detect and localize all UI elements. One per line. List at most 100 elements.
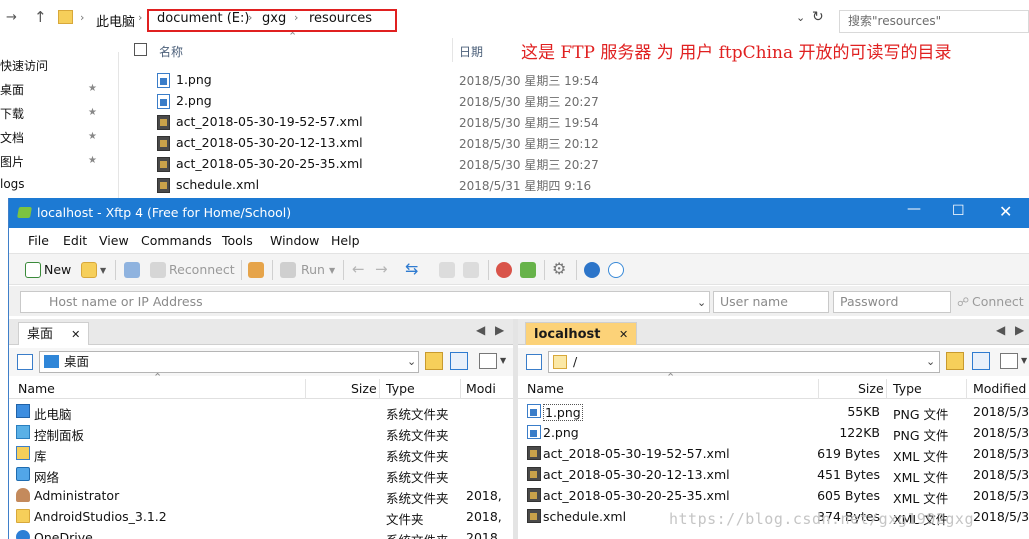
chat-icon[interactable] [608,262,624,278]
dropdown-arrow-icon[interactable]: ▼ [500,356,506,365]
tab-scroll-left-icon[interactable]: ◀ [476,323,485,337]
column-header-modified[interactable]: Modi [466,381,496,396]
view-toggle-icon[interactable] [17,354,33,370]
close-icon[interactable]: ✕ [619,328,628,341]
connect-link-icon[interactable] [124,262,140,278]
close-icon[interactable]: ✕ [71,328,80,341]
list-item[interactable]: 网络 系统文件夹 [9,464,513,485]
nav-quick-access[interactable]: 快速访问 [0,57,48,74]
paste-icon[interactable] [463,262,479,278]
tab-scroll-right-icon[interactable]: ▶ [495,323,504,337]
column-header-modified[interactable]: Modified [973,381,1026,396]
tab-scroll-left-icon[interactable]: ◀ [996,323,1005,337]
breadcrumb-gxg[interactable]: gxg [262,11,286,26]
password-input[interactable]: Password [833,291,951,313]
run-icon[interactable] [280,262,296,278]
column-header-date[interactable]: 日期 [459,43,483,60]
parent-folder-icon[interactable] [946,352,964,370]
menu-file[interactable]: File [28,233,49,248]
dropdown-arrow-icon[interactable]: ▼ [329,266,335,275]
close-icon[interactable]: ✕ [999,202,1012,221]
back-icon[interactable]: → [6,10,17,25]
menu-window[interactable]: Window [270,233,319,248]
refresh-icon[interactable] [972,352,990,370]
copy-icon[interactable] [439,262,455,278]
menu-edit[interactable]: Edit [63,233,87,248]
reconnect-icon[interactable] [150,262,166,278]
select-all-checkbox[interactable] [134,43,147,56]
connect-button[interactable]: Connect [972,294,1024,309]
tab-localhost[interactable]: localhost ✕ [525,322,638,345]
menu-commands[interactable]: Commands [141,233,212,248]
list-view-icon[interactable] [1000,353,1018,369]
refresh-icon[interactable] [450,352,468,370]
list-item[interactable]: Administrator 系统文件夹 2018, [9,485,513,506]
file-row[interactable]: act_2018-05-30-19-52-57.xml 2018/5/30 星期… [157,112,627,132]
file-row[interactable]: act_2018-05-30-20-25-35.xml 2018/5/30 星期… [157,154,627,174]
nav-pictures[interactable]: 图片 [0,153,24,170]
username-input[interactable]: User name [713,291,829,313]
breadcrumb-this-pc[interactable]: 此电脑 [96,11,135,30]
xshell-icon[interactable] [496,262,512,278]
chevron-down-icon[interactable]: ⌄ [926,355,935,368]
minimize-icon[interactable]: — [907,201,921,217]
column-header-type[interactable]: Type [386,381,415,396]
list-item[interactable]: act_2018-05-30-20-12-13.xml 451 Bytes XM… [518,464,1029,485]
list-item[interactable]: 2.png 122KB PNG 文件 2018/5/3 [518,422,1029,443]
list-item[interactable]: 控制面板 系统文件夹 [9,422,513,443]
list-item[interactable]: 此电脑 系统文件夹 [9,401,513,422]
properties-icon[interactable] [248,262,264,278]
chevron-down-icon[interactable]: ⌄ [407,355,416,368]
file-row[interactable]: 1.png 2018/5/30 星期三 19:54 [157,70,627,90]
open-folder-icon[interactable] [81,262,97,278]
arrow-right-icon[interactable]: → [375,260,388,278]
tab-desktop[interactable]: 桌面 ✕ [18,322,90,345]
new-session-icon[interactable] [25,262,41,278]
menu-help[interactable]: Help [331,233,360,248]
host-input[interactable]: Host name or IP Address [20,291,710,313]
transfer-icon[interactable]: ⇆ [405,259,418,278]
list-item[interactable]: act_2018-05-30-20-25-35.xml 605 Bytes XM… [518,485,1029,506]
column-header-type[interactable]: Type [893,381,922,396]
column-header-name[interactable]: Name [527,381,564,396]
right-path-select[interactable]: / [548,351,940,373]
column-header-name[interactable]: 名称 [159,43,183,60]
dropdown-arrow-icon[interactable]: ▼ [100,266,106,275]
column-header-name[interactable]: Name [18,381,55,396]
gear-icon[interactable]: ⚙ [552,259,566,278]
search-input[interactable]: 搜索"resources" [839,10,1029,33]
chevron-down-icon[interactable]: ⌄ [796,11,805,24]
up-arrow-icon[interactable]: ↑ [34,8,47,26]
menu-tools[interactable]: Tools [222,233,253,248]
list-item[interactable]: 库 系统文件夹 [9,443,513,464]
help-icon[interactable] [584,262,600,278]
reconnect-button[interactable]: Reconnect [169,262,235,277]
chevron-down-icon[interactable]: ⌄ [697,296,706,309]
xftp-icon[interactable] [520,262,536,278]
view-toggle-icon[interactable] [526,354,542,370]
nav-desktop[interactable]: 桌面 [0,81,24,98]
new-button[interactable]: New [44,262,71,277]
parent-folder-icon[interactable] [425,352,443,370]
list-item[interactable]: act_2018-05-30-19-52-57.xml 619 Bytes XM… [518,443,1029,464]
run-button[interactable]: Run [301,262,325,277]
breadcrumb-resources[interactable]: resources [309,11,372,26]
dropdown-arrow-icon[interactable]: ▼ [1021,356,1027,365]
tab-scroll-right-icon[interactable]: ▶ [1015,323,1024,337]
nav-documents[interactable]: 文档 [0,129,24,146]
column-header-size[interactable]: Size [858,381,884,396]
refresh-icon[interactable]: ↻ [812,9,824,25]
list-view-icon[interactable] [479,353,497,369]
title-bar[interactable]: localhost - Xftp 4 (Free for Home/School… [9,198,1029,228]
file-row[interactable]: 2.png 2018/5/30 星期三 20:27 [157,91,627,111]
breadcrumb-drive[interactable]: document (E:) [157,11,249,26]
menu-view[interactable]: View [99,233,129,248]
list-item[interactable]: 1.png 55KB PNG 文件 2018/5/3 [518,401,1029,422]
nav-logs[interactable]: logs [0,177,25,191]
nav-downloads[interactable]: 下载 [0,105,24,122]
left-path-select[interactable]: 桌面 [39,351,419,373]
maximize-icon[interactable]: ☐ [952,203,965,219]
file-row[interactable]: act_2018-05-30-20-12-13.xml 2018/5/30 星期… [157,133,627,153]
file-row[interactable]: schedule.xml 2018/5/31 星期四 9:16 [157,175,627,195]
list-item[interactable]: OneDrive 系统文件夹 2018 [9,527,513,539]
